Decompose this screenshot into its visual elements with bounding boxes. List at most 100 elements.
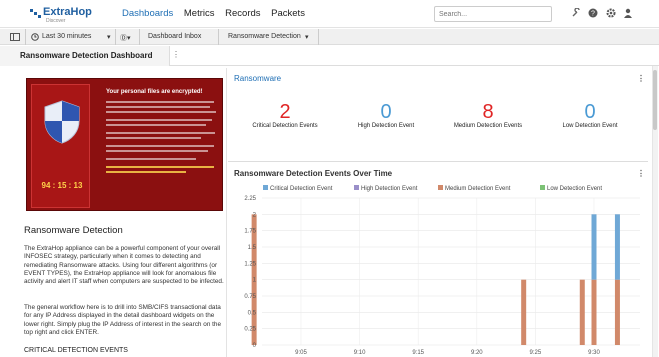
x-tick-label: 9:05 [295, 350, 307, 355]
dashboard-header: Ransomware Detection Dashboard ⋮ [0, 46, 659, 66]
divider [25, 29, 26, 45]
scrollbar-thumb[interactable] [653, 70, 657, 130]
divider [218, 29, 219, 45]
divider [115, 29, 116, 45]
y-tick-label: 1.75 [244, 229, 256, 235]
stat-label: High Detection Event [357, 123, 415, 129]
text-line [106, 166, 214, 168]
x-tick-label: 9:15 [412, 350, 424, 355]
y-tick-label: 0.5 [248, 310, 257, 316]
stat-value: 0 [380, 101, 392, 123]
nav-packets[interactable]: Packets [271, 8, 305, 19]
nav-records[interactable]: Records [225, 8, 260, 19]
divider [318, 29, 319, 45]
logo-name: ExtraHop [43, 6, 92, 18]
nav-metrics[interactable]: Metrics [184, 8, 215, 19]
x-tick-label: 9:10 [354, 350, 366, 355]
events-over-time-widget: Ransomware Detection Events Over Time ⋮ … [228, 165, 648, 357]
stat-medium[interactable]: 8 Medium Detection Events [438, 102, 538, 129]
x-tick-label: 9:30 [588, 350, 600, 355]
legend-label: High Detection Event [361, 186, 418, 192]
workflow-paragraph: The general workflow here is to drill in… [24, 304, 222, 336]
legend-swatch [438, 185, 443, 190]
y-tick-label: 1.25 [244, 261, 256, 267]
x-tick-label: 9:20 [471, 350, 483, 355]
text-line [106, 111, 216, 113]
bar-segment [521, 279, 527, 345]
text-line [106, 101, 214, 103]
bar-segment [591, 214, 597, 280]
y-tick-label: 0.75 [244, 294, 256, 300]
bar-segment [614, 214, 620, 280]
section-heading: Ransomware Detection [24, 225, 123, 236]
text-line [106, 150, 208, 152]
chevron-down-icon[interactable]: ▾ [305, 33, 309, 41]
shield-icon [44, 100, 80, 144]
stat-low[interactable]: 0 Low Detection Event [540, 102, 640, 129]
text-line [106, 124, 206, 126]
bar-segment [579, 279, 585, 345]
chevron-down-icon[interactable]: ▾ [107, 33, 111, 41]
legend-label: Critical Detection Event [270, 186, 333, 192]
main-nav: Dashboards Metrics Records Packets [122, 8, 313, 19]
stat-label: Critical Detection Events [252, 123, 318, 129]
chart-legend: Critical Detection Event High Detection E… [263, 185, 602, 192]
y-tick-label: 1.5 [248, 245, 257, 251]
stat-value: 0 [584, 101, 596, 123]
legend-label: Low Detection Event [547, 186, 602, 192]
text-line [106, 106, 210, 108]
legend-swatch [263, 185, 268, 190]
divider [139, 29, 140, 45]
breadcrumb-dashboard-inbox[interactable]: Dashboard Inbox [148, 33, 201, 40]
stat-label: Low Detection Event [562, 123, 618, 129]
text-line [106, 145, 214, 147]
legend-label: Medium Detection Event [445, 186, 511, 192]
clock-icon [31, 33, 39, 41]
breadcrumb-ransomware-detection[interactable]: Ransomware Detection [228, 33, 301, 40]
legend-swatch [354, 185, 359, 190]
text-line [106, 158, 196, 160]
widget-title[interactable]: Ransomware [234, 74, 281, 83]
description-paragraph: The ExtraHop appliance can be a powerful… [24, 245, 224, 286]
y-tick-label: 0.25 [244, 327, 256, 333]
user-icon[interactable] [623, 8, 633, 18]
y-tick-label: 2.25 [244, 196, 256, 202]
wrench-icon[interactable] [571, 8, 581, 18]
top-navigation-bar: ExtraHop Discover Dashboards Metrics Rec… [0, 0, 659, 28]
logo-subtitle: Discover [46, 18, 66, 24]
refresh-icon[interactable]: Ⓓ▾ [120, 33, 131, 43]
extrahop-logo-icon [30, 9, 41, 18]
stat-value: 2 [279, 101, 291, 123]
text-line [106, 137, 201, 139]
dashboard-menu-icon[interactable]: ⋮ [172, 50, 180, 59]
chart-x-axis: 9:05 9:10 9:15 9:20 9:25 9:30 [295, 350, 600, 355]
stat-critical[interactable]: 2 Critical Detection Events [235, 102, 335, 129]
dashboard-title[interactable]: Ransomware Detection Dashboard [0, 46, 170, 66]
stat-value: 8 [482, 101, 494, 123]
time-selector-bar: Last 30 minutes ▾ Ⓓ▾ Dashboard Inbox Ran… [0, 29, 659, 45]
panel-divider [226, 68, 227, 357]
legend-swatch [540, 185, 545, 190]
text-line [106, 171, 186, 173]
ransomware-stats-widget: Ransomware ⋮ 2 Critical Detection Events… [228, 68, 648, 162]
stat-label: Medium Detection Events [453, 123, 523, 129]
text-line [106, 119, 212, 121]
ransomware-screenshot-image: 94 : 15 : 13 Your personal files are enc… [26, 78, 223, 211]
widget-menu-icon[interactable]: ⋮ [637, 74, 645, 83]
stat-high[interactable]: 0 High Detection Event [336, 102, 436, 129]
top-icons: ? [571, 8, 636, 26]
events-chart: Critical Detection Event High Detection E… [244, 185, 640, 355]
text-widget: 94 : 15 : 13 Your personal files are enc… [10, 68, 224, 357]
ransomware-countdown: 94 : 15 : 13 [41, 181, 83, 190]
search-input[interactable] [434, 6, 552, 22]
gear-icon[interactable] [606, 8, 616, 18]
sidebar-toggle-icon[interactable] [10, 33, 20, 41]
x-tick-label: 9:25 [530, 350, 542, 355]
help-icon[interactable]: ? [588, 8, 598, 18]
time-range-selector[interactable]: Last 30 minutes [42, 33, 91, 40]
text-line [106, 132, 215, 134]
bar-segment [614, 279, 620, 345]
nav-dashboards[interactable]: Dashboards [122, 8, 173, 19]
svg-text:?: ? [592, 11, 596, 18]
ransomware-image-title: Your personal files are encrypted! [106, 89, 203, 95]
